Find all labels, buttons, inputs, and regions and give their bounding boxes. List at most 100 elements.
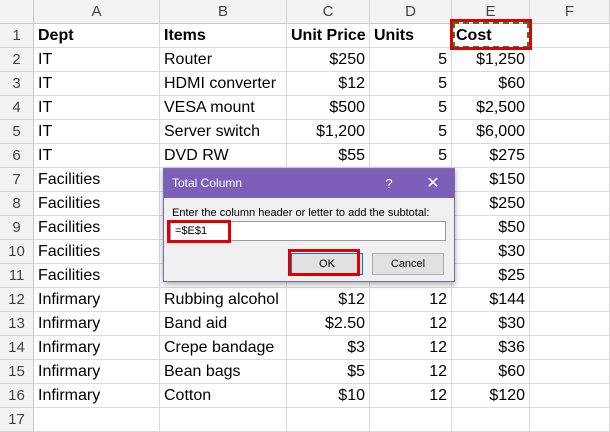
table-cell[interactable] bbox=[530, 96, 610, 120]
table-cell[interactable] bbox=[160, 408, 287, 432]
column-header-b[interactable]: B bbox=[160, 0, 287, 24]
table-cell[interactable]: 5 bbox=[370, 96, 452, 120]
table-cell[interactable]: $36 bbox=[452, 336, 530, 360]
cancel-button[interactable]: Cancel bbox=[372, 253, 444, 275]
table-cell[interactable]: $6,000 bbox=[452, 120, 530, 144]
table-cell[interactable] bbox=[452, 408, 530, 432]
header-cell-units[interactable]: Units bbox=[370, 24, 452, 48]
table-cell[interactable]: $144 bbox=[452, 288, 530, 312]
table-cell[interactable]: Band aid bbox=[160, 312, 287, 336]
table-cell[interactable]: $250 bbox=[287, 48, 370, 72]
cell[interactable] bbox=[530, 24, 610, 48]
row-header[interactable]: 3 bbox=[0, 72, 34, 96]
table-cell[interactable] bbox=[530, 216, 610, 240]
table-cell[interactable]: Infirmary bbox=[34, 384, 160, 408]
table-cell[interactable]: $2,500 bbox=[452, 96, 530, 120]
table-cell[interactable]: Infirmary bbox=[34, 336, 160, 360]
table-cell[interactable]: Infirmary bbox=[34, 312, 160, 336]
table-cell[interactable] bbox=[287, 408, 370, 432]
table-cell[interactable]: IT bbox=[34, 72, 160, 96]
table-cell[interactable]: Facilities bbox=[34, 192, 160, 216]
table-cell[interactable]: 12 bbox=[370, 384, 452, 408]
row-header[interactable]: 8 bbox=[0, 192, 34, 216]
table-cell[interactable] bbox=[530, 240, 610, 264]
row-header[interactable]: 9 bbox=[0, 216, 34, 240]
table-cell[interactable]: $150 bbox=[452, 168, 530, 192]
header-cell-cost[interactable]: Cost bbox=[452, 24, 530, 48]
table-cell[interactable]: Server switch bbox=[160, 120, 287, 144]
row-header[interactable]: 12 bbox=[0, 288, 34, 312]
row-header[interactable]: 1 bbox=[0, 24, 34, 48]
column-header-e[interactable]: E bbox=[452, 0, 530, 24]
table-cell[interactable]: Router bbox=[160, 48, 287, 72]
table-cell[interactable]: 12 bbox=[370, 312, 452, 336]
column-header-f[interactable]: F bbox=[530, 0, 610, 24]
row-header[interactable]: 17 bbox=[0, 408, 34, 432]
row-header[interactable]: 11 bbox=[0, 264, 34, 288]
table-cell[interactable] bbox=[530, 384, 610, 408]
table-cell[interactable]: $5 bbox=[287, 360, 370, 384]
table-cell[interactable]: $30 bbox=[452, 312, 530, 336]
table-cell[interactable]: Infirmary bbox=[34, 288, 160, 312]
table-cell[interactable]: $12 bbox=[287, 72, 370, 96]
header-cell-items[interactable]: Items bbox=[160, 24, 287, 48]
table-cell[interactable] bbox=[530, 360, 610, 384]
row-header[interactable]: 7 bbox=[0, 168, 34, 192]
table-cell[interactable]: $60 bbox=[452, 360, 530, 384]
row-header[interactable]: 14 bbox=[0, 336, 34, 360]
table-cell[interactable] bbox=[530, 312, 610, 336]
table-cell[interactable]: $50 bbox=[452, 216, 530, 240]
table-cell[interactable]: 12 bbox=[370, 288, 452, 312]
table-cell[interactable]: IT bbox=[34, 120, 160, 144]
table-cell[interactable]: HDMI converter bbox=[160, 72, 287, 96]
table-cell[interactable]: $55 bbox=[287, 144, 370, 168]
table-cell[interactable] bbox=[530, 264, 610, 288]
table-cell[interactable]: Facilities bbox=[34, 264, 160, 288]
table-cell[interactable]: $275 bbox=[452, 144, 530, 168]
table-cell[interactable] bbox=[530, 72, 610, 96]
table-cell[interactable]: $2.50 bbox=[287, 312, 370, 336]
table-cell[interactable]: Facilities bbox=[34, 240, 160, 264]
table-cell[interactable]: $12 bbox=[287, 288, 370, 312]
table-cell[interactable]: Infirmary bbox=[34, 360, 160, 384]
column-header-c[interactable]: C bbox=[287, 0, 370, 24]
column-header-a[interactable]: A bbox=[34, 0, 160, 24]
column-reference-input[interactable] bbox=[170, 221, 446, 241]
table-cell[interactable] bbox=[34, 408, 160, 432]
table-cell[interactable]: 5 bbox=[370, 72, 452, 96]
table-cell[interactable] bbox=[530, 336, 610, 360]
table-cell[interactable]: Crepe bandage bbox=[160, 336, 287, 360]
row-header[interactable]: 5 bbox=[0, 120, 34, 144]
table-cell[interactable]: $30 bbox=[452, 240, 530, 264]
table-cell[interactable]: 5 bbox=[370, 120, 452, 144]
table-cell[interactable]: Bean bags bbox=[160, 360, 287, 384]
close-icon[interactable]: ✕ bbox=[420, 169, 446, 198]
help-icon[interactable]: ? bbox=[378, 169, 400, 198]
table-cell[interactable] bbox=[530, 144, 610, 168]
table-cell[interactable]: 5 bbox=[370, 48, 452, 72]
table-cell[interactable]: $3 bbox=[287, 336, 370, 360]
table-cell[interactable]: IT bbox=[34, 144, 160, 168]
table-cell[interactable]: Facilities bbox=[34, 168, 160, 192]
row-header[interactable]: 2 bbox=[0, 48, 34, 72]
table-cell[interactable]: $10 bbox=[287, 384, 370, 408]
header-cell-unit_price[interactable]: Unit Price bbox=[287, 24, 370, 48]
select-all-corner[interactable] bbox=[0, 0, 34, 24]
table-cell[interactable] bbox=[530, 120, 610, 144]
table-cell[interactable]: VESA mount bbox=[160, 96, 287, 120]
table-cell[interactable]: 12 bbox=[370, 360, 452, 384]
table-cell[interactable]: $1,200 bbox=[287, 120, 370, 144]
table-cell[interactable]: $25 bbox=[452, 264, 530, 288]
dialog-titlebar[interactable]: Total Column ? ✕ bbox=[164, 169, 454, 198]
table-cell[interactable]: 12 bbox=[370, 336, 452, 360]
table-cell[interactable]: IT bbox=[34, 96, 160, 120]
row-header[interactable]: 15 bbox=[0, 360, 34, 384]
table-cell[interactable]: Rubbing alcohol bbox=[160, 288, 287, 312]
table-cell[interactable]: 5 bbox=[370, 144, 452, 168]
header-cell-dept[interactable]: Dept bbox=[34, 24, 160, 48]
table-cell[interactable] bbox=[530, 192, 610, 216]
table-cell[interactable] bbox=[530, 288, 610, 312]
table-cell[interactable]: $1,250 bbox=[452, 48, 530, 72]
table-cell[interactable] bbox=[530, 408, 610, 432]
row-header[interactable]: 10 bbox=[0, 240, 34, 264]
